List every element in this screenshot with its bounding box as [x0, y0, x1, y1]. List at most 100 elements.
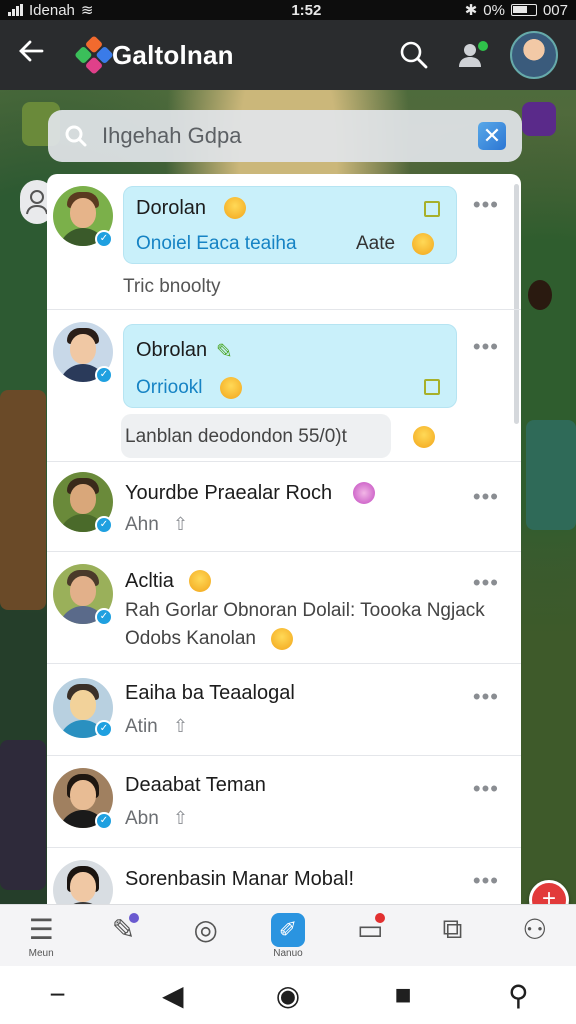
menu-icon: ☰ [28, 914, 54, 945]
status-right: ✱ 0% 007 [464, 1, 568, 20]
verified-icon: ✓ [95, 230, 113, 248]
chat-name: Yourdbe Praealar Roch [125, 482, 333, 504]
chat-row[interactable]: ✓ Dorolan Onoiel Eaca teaiha Aate ••• Tr… [47, 174, 521, 310]
chat-preview-link[interactable]: Onoiel Eaca teaiha [136, 233, 297, 255]
system-nav-bar: − ◀ ◉ ■ ⚲ [0, 966, 576, 1024]
status-bar: Idenah ≋ 1:52 ✱ 0% 007 [0, 0, 576, 20]
chat-name: Eaiha ba Teaalogal [125, 682, 295, 704]
arrow-left-icon [19, 40, 44, 62]
back-triangle-icon[interactable]: ◀ [153, 979, 193, 1012]
more-options-button[interactable]: ••• [473, 192, 499, 218]
online-dot [476, 39, 490, 53]
emoji-icon [412, 233, 434, 255]
notification-dot [128, 913, 139, 923]
chat-row[interactable]: ✓ Obrolan ✎ Orriookl ••• Lanblan deodond… [47, 310, 521, 462]
profile-avatar[interactable] [510, 31, 558, 79]
chat-name: Obrolan [136, 339, 208, 361]
emoji-icon [224, 197, 246, 219]
chat-row[interactable]: ✓ Eaiha ba Teaalogal Atin ⇧ ••• [47, 664, 521, 756]
nav-camera[interactable]: ◎ [165, 905, 247, 966]
clear-search-button[interactable]: ✕ [478, 122, 506, 150]
reply-chip[interactable]: Lanblan deodondon 55/0)t [121, 414, 391, 458]
emoji-icon [220, 377, 242, 399]
chat-subtitle: Rah Gorlar Obnoran Dolail: Toooka Ngjack [125, 600, 485, 621]
puzzle-icon: ⧉ [442, 913, 463, 944]
nav-label: Meun [28, 947, 54, 959]
message-bubble[interactable]: Dorolan Onoiel Eaca teaiha Aate [123, 186, 457, 264]
avatar-face [70, 872, 96, 902]
image-icon [424, 379, 440, 395]
chat-row[interactable]: ✓ Deaabat Teman Abn ⇧ ••• [47, 756, 521, 848]
more-options-button[interactable]: ••• [473, 334, 499, 360]
pen-icon: ✐ [270, 912, 305, 947]
signal-icon [8, 4, 23, 16]
nav-edit[interactable]: ✎ [82, 905, 164, 966]
emoji-icon [189, 570, 211, 592]
wooden-crate-decoration [0, 390, 46, 610]
bluetooth-icon: ✱ [464, 2, 478, 19]
avatar-face [70, 576, 96, 606]
carrier-label: Idenah [29, 1, 75, 19]
chat-note: Tric bnoolty [123, 276, 221, 297]
chat-avatar[interactable] [53, 860, 113, 906]
nav-menu[interactable]: ☰ Meun [0, 905, 82, 966]
camera-icon: ◎ [193, 914, 218, 945]
barrel-decoration [0, 740, 46, 890]
chat-name: Acltia [125, 570, 174, 592]
nav-profile[interactable]: ⚇ [494, 905, 576, 966]
chat-preview-right: Aate [356, 233, 396, 254]
verified-icon: ✓ [95, 608, 113, 626]
chat-subtitle: Ahn [125, 514, 159, 535]
nav-puzzle[interactable]: ⧉ [411, 905, 493, 966]
verified-icon: ✓ [95, 366, 113, 384]
search-bar[interactable]: Ihgehah Gdpa ✕ [48, 110, 522, 162]
minus-icon[interactable]: − [38, 979, 78, 1011]
recents-icon[interactable]: ■ [383, 979, 423, 1011]
status-extra: 007 [542, 1, 568, 19]
emoji-icon [413, 426, 435, 448]
nav-chats[interactable]: ▭ [329, 905, 411, 966]
search-icon [400, 41, 428, 69]
wifi-icon: ≋ [80, 2, 94, 19]
more-options-button[interactable]: ••• [473, 776, 499, 802]
chat-row[interactable]: ✓ Acltia Rah Gorlar Obnoran Dolail: Tooo… [47, 552, 521, 664]
avatar-face [70, 780, 96, 810]
chat-preview-link[interactable]: Orriookl [136, 377, 203, 399]
coin-decoration [528, 280, 552, 310]
chat-name: Sorenbasin Manar Mobal! [125, 868, 355, 890]
battery-percent: 0% [483, 1, 505, 19]
back-button[interactable] [18, 38, 58, 72]
verified-icon: ✓ [95, 516, 113, 534]
more-options-button[interactable]: ••• [473, 868, 499, 894]
search-input[interactable]: Ihgehah Gdpa [102, 123, 478, 149]
more-options-button[interactable]: ••• [473, 684, 499, 710]
more-options-button[interactable]: ••• [473, 570, 499, 596]
purple-badge-decoration [522, 102, 556, 136]
chat-note: Lanblan deodondon 55/0)t [125, 426, 347, 447]
profile-icon: ⚇ [522, 914, 548, 945]
avatar-face [70, 690, 96, 720]
chat-subtitle-2: Odobs Kanolan [125, 628, 256, 649]
emoji-icon [271, 628, 293, 650]
app-title: Galtolnan [112, 39, 234, 70]
chat-row[interactable]: Sorenbasin Manar Mobal! ••• [47, 848, 521, 906]
chest-decoration [526, 420, 576, 530]
avatar-face [70, 198, 96, 228]
close-icon: ✕ [482, 123, 502, 148]
arrow-up-icon: ⇧ [173, 716, 189, 736]
message-bubble[interactable]: Obrolan ✎ Orriookl [123, 324, 457, 408]
nav-label: Nanuo [273, 947, 303, 959]
chat-name: Dorolan [136, 197, 207, 219]
nav-compose[interactable]: ✐ Nanuo [247, 905, 329, 966]
edit-icon: ✎ [216, 341, 233, 363]
home-icon[interactable]: ◉ [268, 979, 308, 1012]
search-button[interactable] [394, 35, 434, 75]
battery-icon [510, 4, 537, 16]
chat-row[interactable]: ✓ Yourdbe Praealar Roch Ahn ⇧ ••• [47, 462, 521, 552]
avatar-face [70, 484, 96, 514]
contacts-button[interactable] [452, 35, 492, 75]
search-icon [65, 125, 87, 147]
user-icon[interactable]: ⚲ [498, 979, 538, 1012]
more-options-button[interactable]: ••• [473, 484, 499, 510]
chat-list: ✓ Dorolan Onoiel Eaca teaiha Aate ••• Tr… [47, 174, 521, 906]
